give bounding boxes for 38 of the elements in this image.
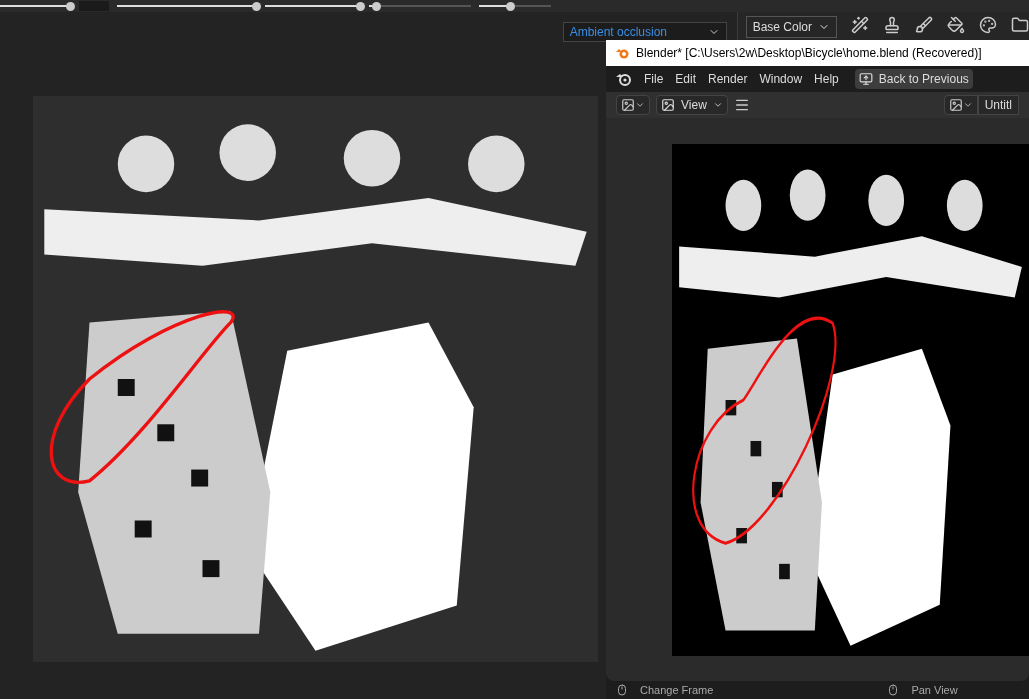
stamp-icon[interactable] bbox=[883, 16, 901, 34]
back-to-previous-button[interactable]: Back to Previous bbox=[854, 69, 973, 89]
menu-item[interactable]: Render bbox=[708, 70, 748, 88]
chevron-icon bbox=[635, 100, 645, 110]
image-icon bbox=[661, 98, 675, 112]
paint-bucket-icon[interactable] bbox=[947, 16, 965, 34]
menu-item[interactable]: Edit bbox=[675, 70, 697, 88]
chevron-icon bbox=[712, 100, 723, 110]
bake-dropdown[interactable]: Ambient occlusion bbox=[562, 22, 727, 42]
monitor-icon bbox=[858, 72, 873, 86]
chevron-icon bbox=[962, 100, 973, 110]
slider[interactable] bbox=[369, 1, 471, 11]
window-title: Blender* [C:\Users\2w\Desktop\Bicycle\home.blend (Recovered)] bbox=[636, 45, 982, 62]
folder-icon[interactable] bbox=[1011, 16, 1029, 34]
blender-logo-icon[interactable] bbox=[616, 72, 632, 86]
menu-item[interactable]: Help bbox=[814, 70, 839, 88]
status-hint: Pan View bbox=[911, 682, 958, 698]
menu-item[interactable]: Window bbox=[759, 70, 803, 88]
image-icon bbox=[621, 98, 635, 112]
mouse-icon bbox=[616, 684, 628, 696]
status-hint: Change Frame bbox=[640, 682, 714, 698]
image-browse-button[interactable] bbox=[943, 95, 978, 115]
slider[interactable] bbox=[479, 1, 551, 11]
magic-wand-icon[interactable] bbox=[851, 16, 869, 34]
channel-dropdown[interactable]: Base Color bbox=[745, 16, 837, 38]
menu-item[interactable]: File bbox=[644, 70, 664, 88]
brush-icon[interactable] bbox=[915, 16, 933, 34]
image-name-field[interactable]: Untitl bbox=[977, 95, 1019, 115]
slider-thumb[interactable] bbox=[506, 1, 516, 11]
view-menu-button[interactable]: View bbox=[656, 95, 728, 115]
editor-type-button[interactable] bbox=[616, 95, 650, 115]
slider-thumb[interactable] bbox=[66, 1, 75, 11]
palette-icon[interactable] bbox=[979, 16, 997, 34]
blender-logo-icon bbox=[616, 47, 630, 59]
mouse-icon bbox=[887, 684, 900, 696]
slider-thumb[interactable] bbox=[252, 1, 261, 11]
image-icon bbox=[948, 98, 963, 112]
menu-icon[interactable] bbox=[733, 97, 750, 113]
